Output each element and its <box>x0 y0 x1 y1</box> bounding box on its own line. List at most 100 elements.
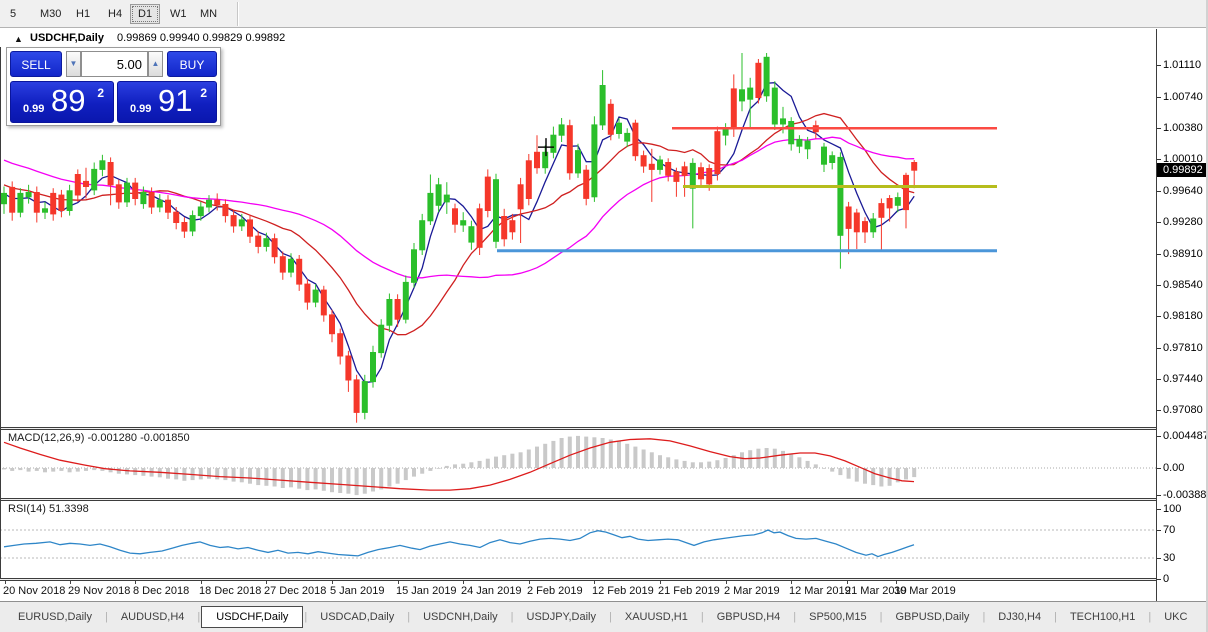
rsi-tick-label: 100 <box>1157 503 1181 516</box>
timeframe-button-h4[interactable]: H4 <box>100 4 130 24</box>
macd-histogram-bar <box>272 468 277 487</box>
timeframe-button-d1[interactable]: D1 <box>130 4 161 24</box>
macd-histogram-bar <box>92 468 97 471</box>
candle <box>17 192 24 213</box>
macd-histogram-bar <box>690 462 695 468</box>
timeframe-button-h1[interactable]: H1 <box>68 4 98 24</box>
macd-histogram-bar <box>264 468 269 486</box>
chart-tab-usdjpy-daily[interactable]: USDJPY,Daily <box>515 608 609 626</box>
date-tick <box>594 581 595 584</box>
chart-symbol-label: USDCHF,Daily <box>30 32 104 44</box>
sell-button[interactable]: SELL <box>10 51 62 77</box>
candle <box>894 197 901 206</box>
chart-tab-usdcnh-daily[interactable]: USDCNH,Daily <box>411 608 510 626</box>
candle <box>345 355 352 381</box>
chart-tab-xauusd-h1[interactable]: XAUUSD,H1 <box>613 608 700 626</box>
volume-increase-button[interactable]: ▲ <box>148 51 163 77</box>
candle <box>427 192 434 222</box>
price-tick-label: 1.00380 <box>1157 122 1203 135</box>
candle <box>484 176 491 212</box>
candle <box>33 192 40 213</box>
macd-histogram-bar <box>740 452 744 468</box>
candle <box>689 162 696 189</box>
timeframe-button-m30[interactable]: M30 <box>32 4 69 24</box>
date-label: 8 Dec 2018 <box>133 585 190 597</box>
buy-price-button[interactable]: 0.99 91 2 <box>117 81 217 123</box>
buy-price-prefix: 0.99 <box>130 103 152 115</box>
candle <box>115 184 122 203</box>
macd-histogram-bar <box>526 449 531 468</box>
date-tick <box>398 581 399 584</box>
chart-tab-gbpusd-daily[interactable]: GBPUSD,Daily <box>883 608 981 626</box>
macd-histogram-bar <box>231 468 236 482</box>
candle <box>99 160 106 170</box>
macd-histogram-bar <box>723 458 728 468</box>
candle <box>739 89 745 102</box>
macd-histogram-bar <box>469 462 474 468</box>
chart-tab-sp500-m15[interactable]: SP500,M15 <box>797 608 878 626</box>
candle <box>673 171 680 182</box>
macd-histogram-bar <box>510 453 515 468</box>
candle <box>706 168 713 185</box>
macd-histogram-bar <box>846 468 851 479</box>
chart-tab-ukc[interactable]: UKC <box>1152 608 1199 626</box>
macd-histogram-bar <box>641 449 646 468</box>
date-tick <box>726 581 727 584</box>
candle <box>9 186 16 213</box>
macd-histogram-bar <box>764 448 769 468</box>
macd-histogram-bar <box>297 468 302 489</box>
candle <box>493 179 499 242</box>
timeframe-button-mn[interactable]: MN <box>192 4 225 24</box>
price-axis[interactable]: 0.99892 1.01110 1.00740 1.00380 1.00010 0.99… <box>1157 29 1208 601</box>
candle <box>771 87 778 125</box>
chart-tab-gbpusd-h4[interactable]: GBPUSD,H4 <box>705 608 793 626</box>
candle <box>320 289 327 316</box>
macd-histogram-bar <box>854 468 859 482</box>
timeframe-button-5[interactable]: 5 <box>2 4 24 24</box>
sell-price-button[interactable]: 0.99 89 2 <box>10 81 114 123</box>
date-label: 30 Mar 2019 <box>894 585 956 597</box>
macd-histogram-bar <box>75 468 80 472</box>
macd-tick-label: 0.00 <box>1157 462 1184 475</box>
candle <box>862 221 868 233</box>
macd-histogram-bar <box>198 468 203 480</box>
date-tick <box>847 581 848 584</box>
price-tick-label: 0.97080 <box>1157 404 1203 417</box>
chart-tab-usdchf-daily[interactable]: USDCHF,Daily <box>201 606 304 628</box>
chart-tab-dj30-h4[interactable]: DJ30,H4 <box>986 608 1053 626</box>
candle <box>648 163 655 170</box>
volume-decrease-button[interactable]: ▼ <box>66 51 81 77</box>
date-label: 24 Jan 2019 <box>461 585 522 597</box>
date-tick <box>5 581 6 584</box>
chart-ohlc-header: ▲ USDCHF,Daily 0.99869 0.99940 0.99829 0… <box>0 31 1150 47</box>
chart-tab-audusd-h4[interactable]: AUDUSD,H4 <box>109 608 197 626</box>
candle <box>657 159 663 170</box>
candle <box>312 289 319 303</box>
price-tick-label: 1.00010 <box>1157 153 1203 166</box>
macd-histogram-bar <box>617 440 621 468</box>
candle <box>1 192 7 205</box>
timeframe-button-w1[interactable]: W1 <box>162 4 195 24</box>
one-click-trading-panel: SELL ▼ ▲ BUY 0.99 89 2 0.99 91 2 <box>6 47 221 126</box>
macd-histogram-bar <box>543 443 548 468</box>
collapse-quote-icon[interactable]: ▲ <box>14 34 23 44</box>
candle <box>124 182 130 203</box>
macd-histogram-bar <box>43 468 47 473</box>
chart-tab-usdcad-daily[interactable]: USDCAD,Daily <box>308 608 406 626</box>
candle <box>288 258 294 273</box>
macd-histogram-bar <box>838 468 843 476</box>
rsi-indicator-pane[interactable] <box>0 501 1156 578</box>
buy-button[interactable]: BUY <box>167 51 217 77</box>
candle <box>419 220 426 251</box>
date-axis[interactable]: 20 Nov 2018 29 Nov 2018 8 Dec 2018 18 Dec 2… <box>0 581 1156 601</box>
chart-tab-tech100-h1[interactable]: TECH100,H1 <box>1058 608 1147 626</box>
candle <box>755 62 762 98</box>
macd-histogram-bar <box>67 468 72 473</box>
rsi-canvas[interactable] <box>0 501 1156 578</box>
chart-tab-eurusd-daily[interactable]: EURUSD,Daily <box>6 608 104 626</box>
candle <box>607 103 614 135</box>
volume-input[interactable] <box>81 51 148 77</box>
candle <box>460 220 467 226</box>
candle <box>542 151 549 169</box>
date-tick <box>135 581 136 584</box>
